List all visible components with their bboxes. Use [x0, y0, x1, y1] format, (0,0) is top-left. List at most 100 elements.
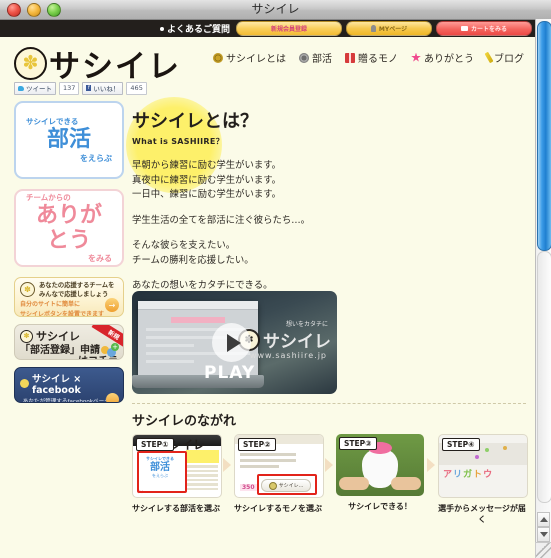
logo-text: サシイレ	[49, 49, 181, 85]
flow-step-3[interactable]: STEP③ サシイレできる！	[336, 434, 424, 512]
gift-icon	[345, 52, 355, 63]
web-page: よくあるご質問 新規会員登録 MYページ カートをみる ✽ サシイレ サシイレと…	[0, 20, 536, 558]
banner-facebook-title: サシイレ × facebook	[32, 374, 82, 396]
step-2-amount: 350	[240, 484, 257, 491]
hero-body: 早朝から練習に励む学生がいます。 真夜中に練習に励む学生がいます。 一日中、練習…	[132, 159, 526, 309]
star-icon	[411, 52, 421, 62]
video-player[interactable]: 想いをカタチに ✽ サシイレ www.sashiire.jp PLAY	[132, 291, 337, 394]
circle-icon	[299, 52, 309, 63]
arrow-right-icon: →	[105, 298, 119, 312]
hero-section: サシイレとは？ What is SASHIIRE？ 早朝から練習に励む学生がいま…	[126, 97, 526, 306]
main-nav: サシイレとは 部活 贈るモノ ありがとう ブログ	[213, 50, 524, 65]
page-viewport: よくあるご質問 新規会員登録 MYページ カートをみる ✽ サシイレ サシイレと…	[0, 20, 551, 558]
scroll-up-button[interactable]	[537, 512, 550, 527]
scroll-down-button[interactable]	[537, 527, 550, 542]
banner-support-line4: サシイレボタンを設置できます	[20, 311, 105, 317]
nav-item-club[interactable]: 部活	[299, 50, 332, 65]
chevron-right-icon	[322, 434, 336, 496]
cart-label: カートをみる	[470, 26, 507, 33]
pencil-icon	[484, 51, 494, 64]
mypage-label: MYページ	[378, 26, 408, 33]
hero-paragraph-3: そんな彼らを支えたい。 チームの勝利を応援したい。	[132, 240, 254, 266]
nav-label-about: サシイレとは	[226, 54, 286, 65]
flow-steps: STEP① シイレ サシイレできる 部活 をえらぶ サシ サシイレする部活を選ぶ…	[132, 434, 528, 525]
flow-title: サシイレのながれ	[132, 414, 237, 429]
sidebar-card-club[interactable]: サシイレできる 部活 をえらぶ	[14, 101, 124, 179]
site-logo[interactable]: ✽ サシイレ	[14, 41, 181, 86]
step-2-highlight	[257, 474, 317, 495]
people-add-icon: +	[99, 343, 119, 357]
sidebar: サシイレできる 部活 をえらぶ チームからの ありがとう をみる ✽ あなたの応…	[0, 101, 124, 525]
hand-right	[391, 477, 421, 490]
chevron-right-icon	[220, 434, 234, 496]
join-label: 新規会員登録	[270, 26, 307, 33]
step-3-tag: STEP③	[339, 437, 377, 450]
nav-item-gifts[interactable]: 贈るモノ	[345, 50, 398, 65]
banner-club-register[interactable]: 新規 ✽ サシイレ 「部活登録」申請 はコチラ +	[14, 324, 124, 360]
card-club-bottom: をえらぶ	[80, 153, 112, 163]
hero-paragraph-1: 早朝から練習に励む学生がいます。 真夜中に練習に励む学生がいます。 一日中、練習…	[132, 160, 282, 201]
nav-item-blog[interactable]: ブログ	[484, 50, 524, 65]
flower-emblem-icon: ✽	[20, 282, 35, 297]
scrollbar-arrows[interactable]	[537, 512, 550, 542]
mypage-button[interactable]: MYページ	[346, 21, 432, 36]
ring-icon	[213, 52, 223, 63]
site-header: ✽ サシイレ サシイレとは 部活 贈るモノ ありがとう ブログ	[0, 37, 536, 85]
section-divider	[132, 403, 526, 404]
play-button[interactable]	[212, 323, 251, 362]
banner-support-line2: みんなで応援しましょう	[39, 290, 109, 298]
chevron-right-icon	[424, 434, 438, 496]
banner-facebook-app[interactable]: サシイレ × facebook あなたが管理するfacebookページに 「サシ…	[14, 367, 124, 403]
banner-facebook-line1: あなたが管理するfacebookページに	[22, 399, 116, 403]
step-1-tag: STEP①	[136, 438, 174, 451]
nav-label-thanks: ありがとう	[424, 54, 474, 65]
card-thanks-mid: ありがとう	[35, 202, 102, 253]
video-brand: ✽ サシイレ	[238, 327, 331, 352]
scrollbar-thumb[interactable]	[537, 21, 551, 251]
flow-step-2[interactable]: STEP② 350 サシイレ... サシイレするモノを選ぶ	[234, 434, 324, 514]
join-button[interactable]: 新規会員登録	[236, 21, 342, 36]
card-club-top: サシイレできる	[26, 117, 79, 127]
nav-item-about[interactable]: サシイレとは	[213, 50, 286, 65]
step-1-caption: サシイレする部活を選ぶ	[132, 504, 220, 513]
hand-left	[339, 477, 369, 490]
sidebar-card-thanks[interactable]: チームからの ありがとう をみる	[14, 189, 124, 267]
card-thanks-top: チームからの	[26, 192, 71, 202]
step-1-sidepanel	[186, 450, 219, 492]
banner-register-brand: サシイレ	[36, 330, 80, 343]
vertical-scrollbar[interactable]	[535, 19, 551, 558]
step-2-caption: サシイレするモノを選ぶ	[234, 504, 322, 513]
flow-step-4[interactable]: STEP④ ア リ ガ ト ウ 選手からメッセージが届く	[438, 434, 528, 525]
browser-window: サシイレ よくあるご質問 新規会員登録 MYページ カートをみる ✽ サシイレ …	[0, 0, 551, 558]
nav-label-blog: ブログ	[494, 54, 524, 65]
banner-support-button[interactable]: ✽ あなたの応援するチームを みんなで応援しましょう 自分のサイトに簡単に サシ…	[14, 277, 124, 317]
flower-emblem-icon	[20, 379, 29, 388]
step-2-tag: STEP②	[238, 438, 276, 451]
banner-support-line1: あなたの応援するチームを	[39, 282, 115, 289]
step-4-caption: 選手からメッセージが届く	[438, 504, 526, 524]
arrow-button-icon	[106, 393, 119, 402]
flower-emblem-icon: ✽	[20, 329, 33, 343]
hero-paragraph-2: 学生生活の全てを部活に注ぐ彼らたち…。	[132, 214, 310, 226]
step-4-tag: STEP④	[442, 438, 480, 451]
flow-step-1[interactable]: STEP① シイレ サシイレできる 部活 をえらぶ サシ サシイレする部活を選ぶ	[132, 434, 222, 514]
card-thanks-bottom: をみる	[88, 254, 112, 264]
window-titlebar: サシイレ	[0, 0, 551, 20]
step-1-highlight	[137, 451, 187, 493]
step-4-letters: ア リ ガ ト ウ	[443, 470, 493, 480]
play-label: PLAY	[204, 363, 256, 383]
faq-label: よくあるご質問	[166, 25, 230, 35]
video-url: www.sashiire.jp	[249, 351, 327, 360]
faq-link[interactable]: よくあるご質問	[159, 22, 230, 35]
resize-grip[interactable]	[535, 542, 551, 558]
window-title: サシイレ	[251, 2, 300, 16]
cart-button[interactable]: カートをみる	[436, 21, 532, 36]
nav-item-thanks[interactable]: ありがとう	[411, 50, 474, 65]
card-club-mid: 部活	[46, 127, 91, 153]
scrollbar-track[interactable]	[537, 251, 551, 503]
hero-subtitle: What is SASHIIRE？	[132, 137, 224, 146]
flower-emblem-icon: ✽	[14, 47, 47, 80]
bullet-icon	[159, 26, 164, 31]
nav-label-club: 部活	[312, 54, 332, 65]
banner-support-line3: 自分のサイトに簡単に	[20, 301, 81, 308]
